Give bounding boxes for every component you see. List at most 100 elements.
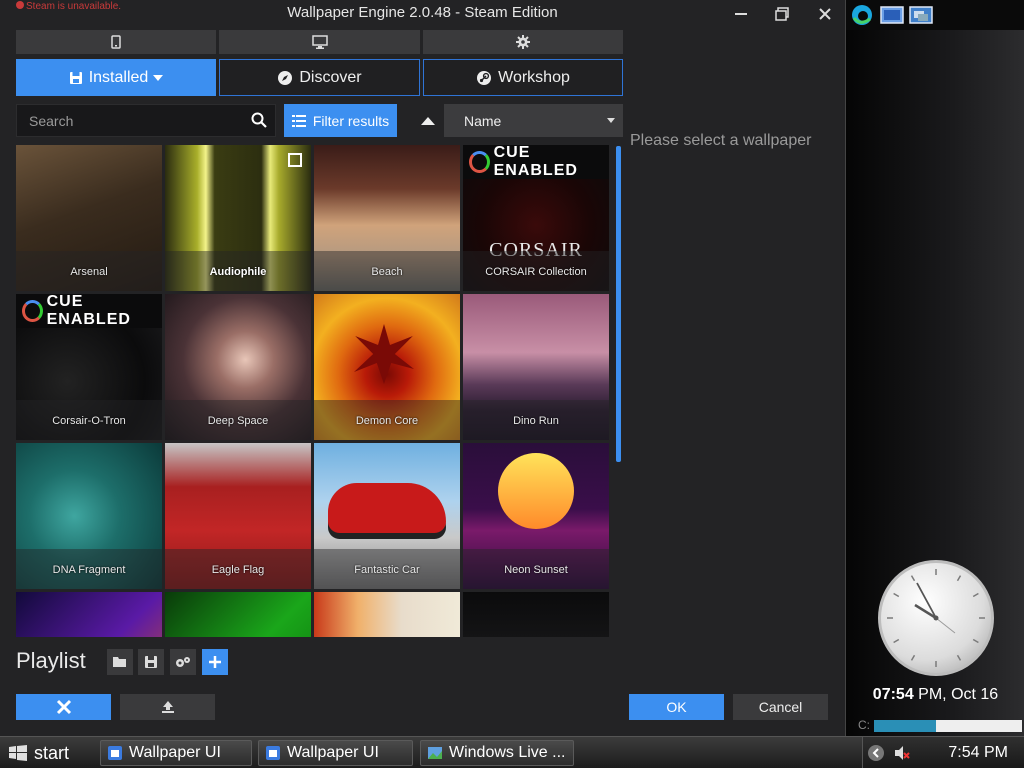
device-tab-desktop[interactable] [219, 30, 420, 54]
steam-icon [476, 70, 492, 86]
taskbar-item-label: Wallpaper UI [287, 744, 379, 761]
wallpaper-tile-label: CORSAIR Collection [463, 251, 609, 291]
restore-button[interactable] [771, 3, 793, 25]
playlist-open-button[interactable] [107, 649, 133, 675]
wallpaper-tile[interactable]: Arsenal [16, 145, 162, 291]
wallpaper-thumbnail [165, 592, 311, 637]
taskbar-item-wallpaper-ui[interactable]: Wallpaper UI [100, 740, 252, 766]
tab-discover[interactable]: Discover [219, 59, 420, 96]
wallpaper-tile[interactable] [463, 592, 609, 637]
taskbar: start Wallpaper UI Wallpaper UI Windows … [0, 736, 1024, 768]
car-shape [328, 483, 446, 533]
show-desktop-icon[interactable] [880, 4, 904, 26]
app-window-icon [266, 746, 280, 760]
wallpaper-tile[interactable]: Audiophile [165, 145, 311, 291]
wallpaper-tile[interactable]: Neon Sunset [463, 443, 609, 589]
tile-select-checkbox[interactable] [288, 153, 302, 167]
phone-icon [111, 35, 121, 49]
wallpaper-tile[interactable]: DNA Fragment [16, 443, 162, 589]
tray-time: 7:54 PM [948, 744, 1008, 761]
playlist-configure-button[interactable] [170, 649, 196, 675]
wallpaper-thumbnail [16, 592, 162, 637]
filter-results-button[interactable]: Filter results [284, 104, 397, 137]
wallpaper-tile[interactable]: Demon Core [314, 294, 460, 440]
wallpaper-tile-label: Fantastic Car [314, 549, 460, 589]
app-window-icon [108, 746, 122, 760]
minimize-button[interactable] [730, 3, 752, 25]
start-button[interactable]: start [0, 738, 90, 768]
wallpaper-tile-label: Eagle Flag [165, 549, 311, 589]
wallpaper-tile[interactable]: CUE ENABLED CORSAIR CORSAIR Collection [463, 145, 609, 291]
cue-enabled-badge: CUE ENABLED [463, 145, 609, 179]
quick-launch-bar [846, 0, 1024, 30]
tab-discover-label: Discover [299, 68, 362, 86]
wallpaper-tile[interactable]: Deep Space [165, 294, 311, 440]
wallpaper-thumbnail [314, 592, 460, 637]
grid-scrollbar[interactable] [616, 146, 621, 462]
wallpaper-tile[interactable]: Dino Run [463, 294, 609, 440]
cue-enabled-badge: CUE ENABLED [16, 294, 162, 328]
search-input[interactable] [17, 105, 247, 136]
ok-button[interactable]: OK [629, 694, 724, 720]
wallpaper-tile[interactable]: Beach [314, 145, 460, 291]
playlist-save-button[interactable] [138, 649, 164, 675]
tab-workshop[interactable]: Workshop [423, 59, 623, 96]
tab-installed[interactable]: Installed [16, 59, 216, 96]
sort-select-value: Name [464, 112, 502, 129]
gear-icon [516, 35, 530, 49]
drive-usage-bar [874, 720, 1022, 732]
device-tab-settings[interactable] [423, 30, 623, 54]
edge-browser-icon[interactable] [850, 4, 874, 26]
title-bar: Steam is unavailable. Wallpaper Engine 2… [0, 0, 845, 28]
upload-button[interactable] [120, 694, 215, 720]
filter-list-icon [291, 114, 306, 127]
triangle-up-icon [421, 117, 435, 125]
sort-direction-toggle[interactable] [414, 110, 442, 132]
wallpaper-tile[interactable] [16, 592, 162, 637]
switch-windows-icon[interactable] [909, 4, 933, 26]
monitor-icon [311, 35, 328, 49]
wallpaper-tile[interactable]: Fantastic Car [314, 443, 460, 589]
wallpaper-tile[interactable]: Eagle Flag [165, 443, 311, 589]
playlist-title: Playlist [16, 648, 86, 673]
tab-workshop-label: Workshop [498, 68, 570, 86]
wallpaper-thumbnail [463, 592, 609, 637]
detail-placeholder: Please select a wallpaper [630, 132, 812, 149]
filter-results-label: Filter results [312, 112, 390, 129]
cancel-button[interactable]: Cancel [733, 694, 828, 720]
search-box [16, 104, 276, 137]
close-button[interactable] [814, 3, 836, 25]
tab-installed-label: Installed [88, 68, 149, 86]
device-tab-mobile[interactable] [16, 30, 216, 54]
tools-button[interactable] [16, 694, 111, 720]
sort-select[interactable]: Name [444, 104, 623, 137]
search-icon[interactable] [251, 112, 267, 133]
wallpaper-tile[interactable] [165, 592, 311, 637]
wallpaper-tile-label: Dino Run [463, 400, 609, 440]
close-icon [819, 8, 831, 20]
taskbar-item-windows-live[interactable]: Windows Live ... [420, 740, 574, 766]
wallpaper-tile[interactable] [314, 592, 460, 637]
restore-icon [775, 7, 789, 21]
volume-muted-icon[interactable] [893, 744, 911, 762]
gears-icon [176, 657, 190, 667]
wallpaper-tile-label: Corsair-O-Tron [16, 400, 162, 440]
clock-time: 07:54 [872, 686, 914, 703]
wallpaper-tile-label: DNA Fragment [16, 549, 162, 589]
playlist-add-button[interactable] [202, 649, 228, 675]
wallpaper-tile-label: Audiophile [165, 251, 311, 291]
taskbar-item-label: Windows Live ... [449, 744, 566, 761]
caret-down-icon [607, 118, 615, 123]
wallpaper-tile-label: Neon Sunset [463, 549, 609, 589]
drive-label: C: [858, 718, 870, 732]
cue-ring-icon [22, 300, 43, 322]
cue-badge-text: CUE ENABLED [46, 294, 131, 328]
analog-clock [878, 560, 994, 676]
wallpaper-tile[interactable]: CUE ENABLED Corsair-O-Tron [16, 294, 162, 440]
cue-badge-text: CUE ENABLED [493, 145, 578, 179]
save-icon [145, 656, 157, 668]
taskbar-item-wallpaper-ui[interactable]: Wallpaper UI [258, 740, 413, 766]
tray-chevron-icon[interactable] [867, 744, 885, 762]
clock-date: PM, Oct 16 [918, 686, 999, 703]
wallpaper-tile-label: Demon Core [314, 400, 460, 440]
